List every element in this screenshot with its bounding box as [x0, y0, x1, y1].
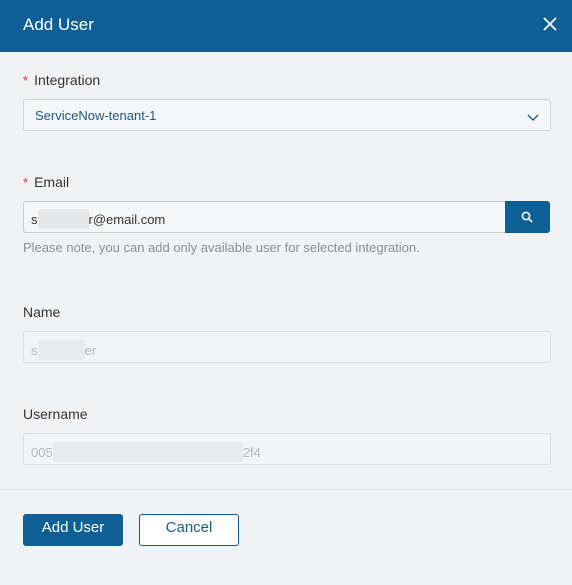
redacted-block	[52, 442, 243, 462]
email-value-prefix: s	[31, 212, 38, 227]
chevron-down-icon	[527, 110, 539, 128]
search-button[interactable]	[505, 201, 550, 233]
footer-divider	[0, 489, 572, 490]
email-label-text: Email	[34, 174, 70, 190]
integration-selected-value: ServiceNow-tenant-1	[35, 108, 157, 123]
email-label: * Email	[23, 174, 69, 191]
required-marker: *	[23, 73, 29, 88]
integration-select[interactable]: ServiceNow-tenant-1	[23, 99, 551, 131]
name-value: s er	[31, 340, 96, 360]
email-field[interactable]: s r@email.com	[23, 201, 506, 233]
add-user-dialog: Add User * Integration ServiceNow-tenant-…	[0, 0, 572, 585]
redacted-block	[37, 209, 89, 229]
email-hint: Please note, you can add only available …	[23, 240, 420, 255]
search-icon	[521, 211, 533, 223]
dialog-title: Add User	[23, 15, 94, 34]
name-field: s er	[23, 331, 551, 363]
name-value-suffix: er	[84, 343, 97, 358]
integration-label: * Integration	[23, 72, 100, 89]
username-value-prefix: 005	[31, 445, 53, 460]
email-value: s r@email.com	[31, 209, 165, 229]
add-user-button[interactable]: Add User	[23, 514, 123, 546]
username-value-suffix: 2f4	[242, 445, 261, 460]
redacted-block	[37, 340, 85, 360]
name-value-prefix: s	[31, 343, 38, 358]
dialog-header: Add User	[0, 0, 572, 52]
name-label: Name	[23, 304, 61, 320]
integration-label-text: Integration	[34, 72, 101, 88]
username-label: Username	[23, 406, 88, 422]
cancel-button[interactable]: Cancel	[139, 514, 239, 546]
username-field: 005 2f4	[23, 433, 551, 465]
username-value: 005 2f4	[31, 442, 261, 462]
required-marker: *	[23, 175, 29, 190]
email-value-suffix: r@email.com	[88, 212, 166, 227]
close-icon[interactable]	[542, 16, 558, 34]
